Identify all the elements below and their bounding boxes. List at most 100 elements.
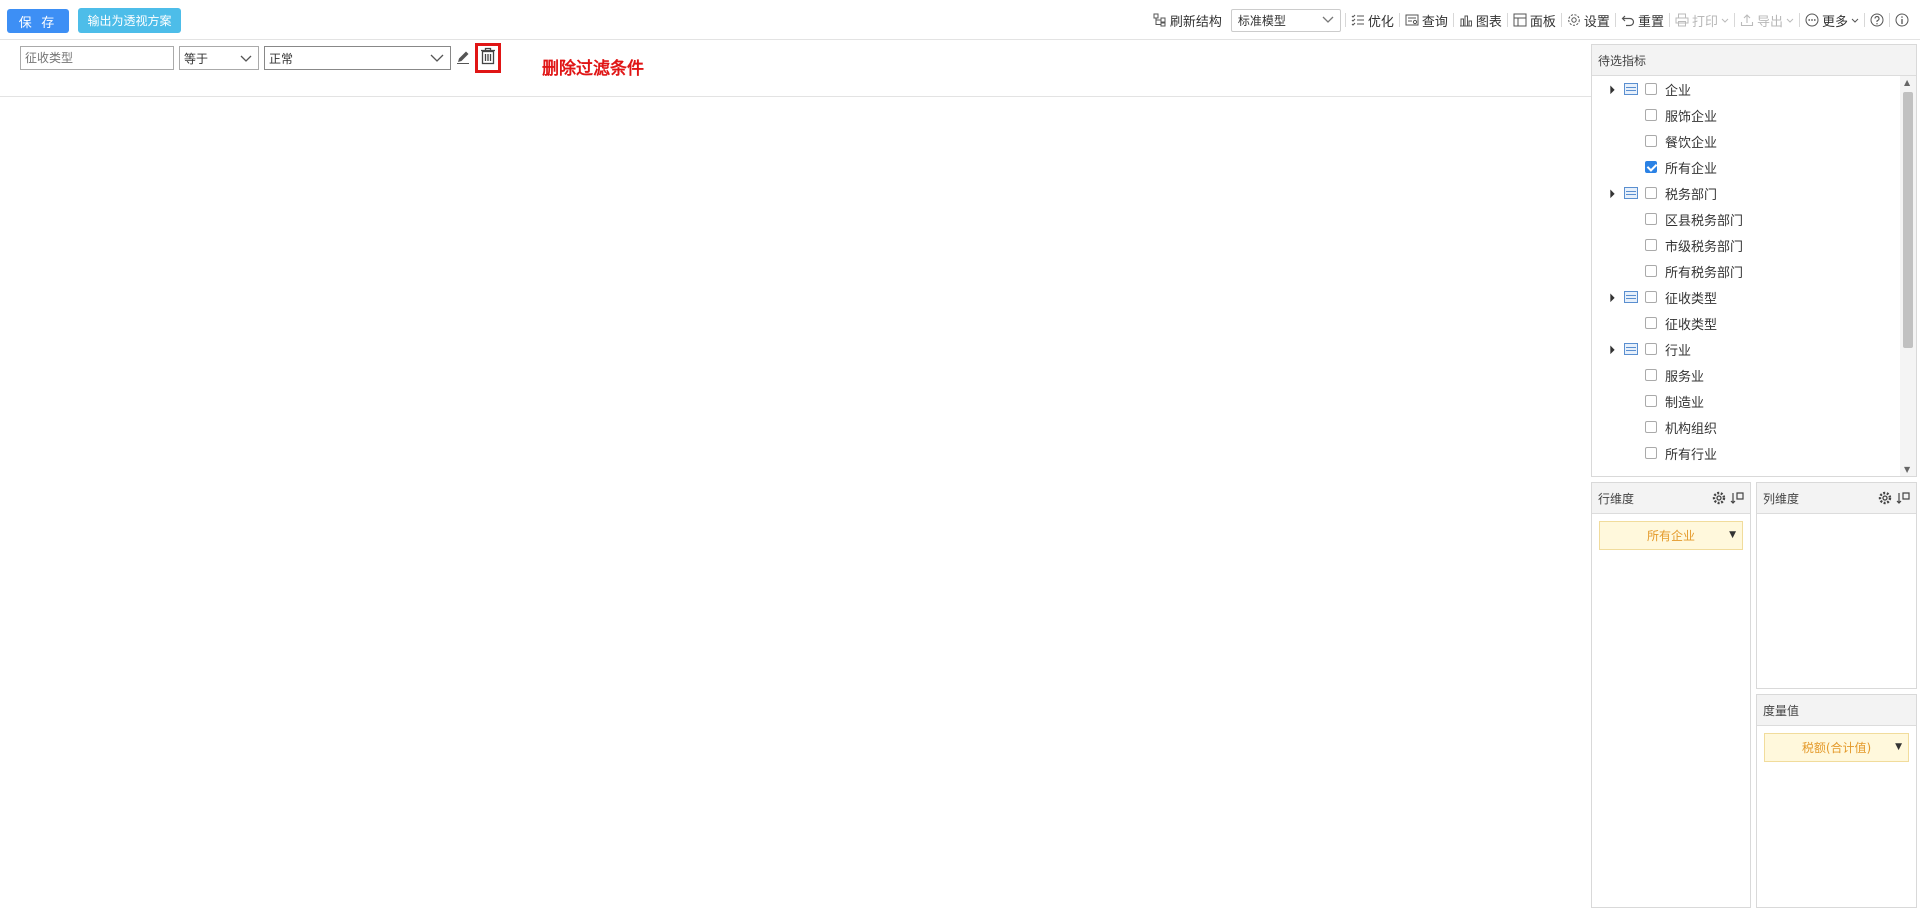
tree-item-row[interactable]: 市级税务部门 — [1592, 232, 1900, 258]
checkbox[interactable] — [1645, 265, 1657, 277]
panel-layout-icon — [1513, 13, 1527, 27]
tree-item-label: 机构组织 — [1665, 421, 1718, 437]
chart-button[interactable]: 图表 — [1454, 8, 1507, 32]
checkbox[interactable] — [1645, 421, 1657, 433]
row-dimension-chip[interactable]: 所有企业 ▼ — [1599, 521, 1743, 550]
query-label: 查询 — [1421, 14, 1448, 30]
save-button[interactable]: 保 存 — [7, 9, 69, 33]
filter-bar: 等于 正常 删除过滤条件 — [0, 40, 1591, 97]
measure-panel: 度量值 税额(合计值) ▼ — [1756, 694, 1917, 908]
expand-toggle-icon[interactable]: ◢ — [1605, 292, 1616, 303]
tree-item-row[interactable]: 区县税务部门 — [1592, 206, 1900, 232]
checkbox[interactable] — [1645, 187, 1657, 199]
tree-item-label: 制造业 — [1665, 395, 1705, 411]
more-button[interactable]: 更多 — [1800, 8, 1864, 32]
upload-icon — [1740, 13, 1754, 27]
column-dimension-title: 列维度 — [1763, 491, 1800, 506]
candidate-indicators-title: 待选指标 — [1592, 45, 1916, 76]
model-select[interactable]: 标准模型 — [1230, 8, 1341, 32]
tree-item-row[interactable]: 所有行业 — [1592, 440, 1900, 466]
tree-item-row[interactable]: 所有企业 — [1592, 154, 1900, 180]
checkbox[interactable] — [1645, 317, 1657, 329]
tree-item-row[interactable]: 服务业 — [1592, 362, 1900, 388]
tree-item-label: 服务业 — [1665, 369, 1705, 385]
row-dimension-panel: 行维度 所有企业 ▼ — [1591, 482, 1751, 908]
scroll-down-icon[interactable]: ▼ — [1904, 465, 1910, 474]
tree-scrollbar[interactable]: ▲ ▼ — [1900, 76, 1916, 476]
tree-item-row[interactable]: 餐饮企业 — [1592, 128, 1900, 154]
help-button[interactable] — [1865, 8, 1889, 32]
checkbox[interactable] — [1645, 213, 1657, 225]
tree-item-label: 餐饮企业 — [1665, 135, 1718, 151]
sort-icon[interactable] — [1896, 491, 1910, 508]
gear-icon[interactable] — [1878, 491, 1892, 508]
caret-down-icon[interactable]: ▼ — [1729, 530, 1736, 540]
tree-group-row[interactable]: ◢ 行业 — [1592, 336, 1900, 362]
measure-chip[interactable]: 税额(合计值) ▼ — [1764, 733, 1909, 762]
export-pivot-plan-button[interactable]: 输出为透视方案 — [78, 8, 181, 33]
tree-item-label: 征收类型 — [1665, 291, 1718, 307]
tree-item-row[interactable]: 制造业 — [1592, 388, 1900, 414]
tree-group-row[interactable]: ◢ 企业 — [1592, 76, 1900, 102]
checkbox[interactable] — [1645, 291, 1657, 303]
measure-title: 度量值 — [1763, 703, 1800, 718]
tree-item-label: 征收类型 — [1665, 317, 1718, 333]
pencil-icon[interactable] — [455, 49, 471, 65]
scroll-thumb[interactable] — [1903, 92, 1913, 348]
tree-item-label: 税务部门 — [1665, 187, 1718, 203]
more-label: 更多 — [1821, 14, 1848, 30]
delete-filter-button[interactable] — [475, 43, 501, 73]
trash-icon — [480, 47, 496, 69]
checkbox[interactable] — [1645, 343, 1657, 355]
expand-toggle-icon[interactable]: ◢ — [1605, 84, 1616, 95]
tree-item-label: 所有企业 — [1665, 161, 1718, 177]
chevron-down-icon — [430, 52, 444, 66]
checkbox[interactable] — [1645, 109, 1657, 121]
row-dimension-chip-label: 所有企业 — [1646, 529, 1695, 543]
expand-toggle-icon[interactable]: ◢ — [1605, 188, 1616, 199]
tree-item-row[interactable]: 机构组织 — [1592, 414, 1900, 440]
filter-field-input[interactable] — [20, 46, 174, 70]
checkbox[interactable] — [1645, 447, 1657, 459]
expand-toggle-icon[interactable]: ◢ — [1605, 344, 1616, 355]
gear-icon[interactable] — [1712, 491, 1726, 508]
checkbox[interactable] — [1645, 135, 1657, 147]
settings-button[interactable]: 设置 — [1562, 8, 1615, 32]
tree-item-label: 区县税务部门 — [1665, 213, 1744, 229]
info-button[interactable] — [1890, 8, 1914, 32]
query-button[interactable]: 查询 — [1400, 8, 1453, 32]
measure-chip-label: 税额(合计值) — [1801, 741, 1872, 755]
sort-icon[interactable] — [1730, 491, 1744, 508]
checkbox[interactable] — [1645, 369, 1657, 381]
filter-value-select[interactable]: 正常 — [264, 46, 451, 70]
chevron-down-icon — [1322, 13, 1334, 27]
checkbox[interactable] — [1645, 161, 1657, 173]
more-dots-icon — [1805, 13, 1819, 27]
printer-icon — [1675, 13, 1689, 27]
chevron-down-icon — [1786, 13, 1794, 28]
filter-operator-select[interactable]: 等于 — [179, 46, 259, 70]
optimize-button[interactable]: 优化 — [1346, 8, 1399, 32]
scroll-up-icon[interactable]: ▲ — [1904, 78, 1910, 87]
tree-item-row[interactable]: 服饰企业 — [1592, 102, 1900, 128]
tree-group-row[interactable]: ◢ 征收类型 — [1592, 284, 1900, 310]
tree-item-row[interactable]: 征收类型 — [1592, 310, 1900, 336]
chevron-down-icon — [240, 52, 252, 66]
panel-button[interactable]: 面板 — [1508, 8, 1561, 32]
print-button[interactable]: 打印 — [1670, 8, 1734, 32]
caret-down-icon[interactable]: ▼ — [1895, 742, 1902, 752]
tree-item-label: 所有税务部门 — [1665, 265, 1744, 281]
checkbox[interactable] — [1645, 239, 1657, 251]
export-button[interactable]: 导出 — [1735, 8, 1799, 32]
refresh-structure-button[interactable]: 刷新结构 — [1148, 8, 1227, 32]
toolbar-actions: 刷新结构 标准模型 优化 查询 图表 面板 设置 重置 打印 导出 更多 — [1148, 8, 1914, 32]
refresh-structure-label: 刷新结构 — [1169, 14, 1222, 30]
tree-group-row[interactable]: ◢ 税务部门 — [1592, 180, 1900, 206]
reset-button[interactable]: 重置 — [1616, 8, 1669, 32]
tree-item-row[interactable]: 所有税务部门 — [1592, 258, 1900, 284]
checkbox[interactable] — [1645, 395, 1657, 407]
row-dimension-title: 行维度 — [1598, 491, 1635, 506]
tree-item-label: 行业 — [1665, 343, 1692, 359]
structure-icon — [1153, 13, 1167, 27]
checkbox[interactable] — [1645, 83, 1657, 95]
